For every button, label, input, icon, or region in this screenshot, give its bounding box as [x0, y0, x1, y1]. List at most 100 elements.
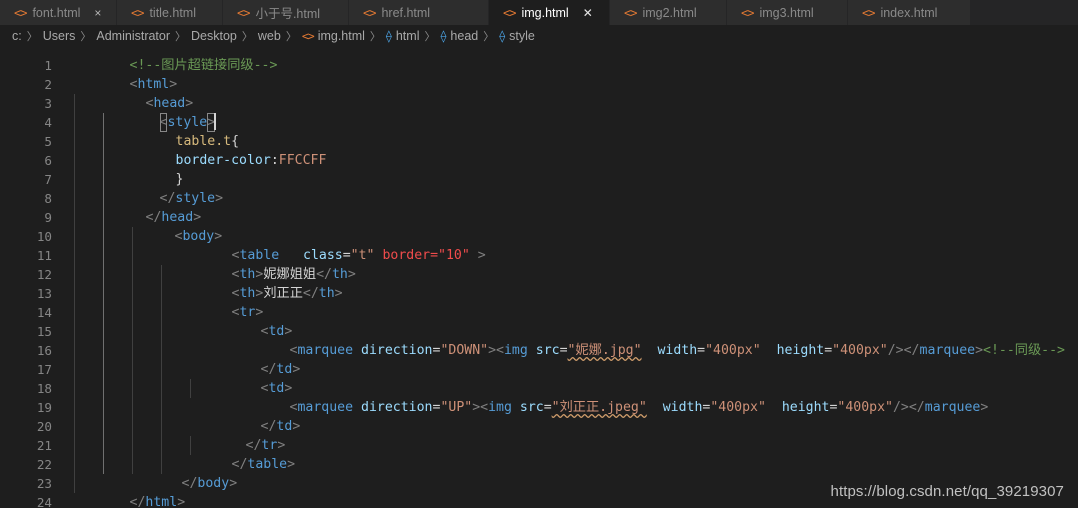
tab-font-html[interactable]: <> font.html ×	[0, 0, 117, 25]
breadcrumb-separator-icon: 〉	[175, 31, 187, 43]
breadcrumb: c: 〉 Users 〉 Administrator 〉 Desktop 〉 w…	[0, 25, 1078, 47]
breadcrumb-separator-icon: 〉	[369, 31, 381, 43]
token-punct: >	[980, 400, 989, 415]
line-number: 13	[36, 286, 52, 301]
breadcrumb-item-head[interactable]: ⟠ head	[440, 29, 478, 43]
code-icon: <>	[14, 5, 27, 20]
breadcrumb-label: web	[257, 29, 281, 43]
breadcrumb-separator-icon: 〉	[26, 31, 38, 43]
code-line[interactable]: 12 <th>妮娜姐姐</th>	[0, 265, 1078, 284]
token-comment: <!--同级-->	[983, 343, 1065, 358]
line-number: 16	[36, 343, 52, 358]
code-line[interactable]: 21 </tr>	[0, 436, 1078, 455]
token-attribute: width	[662, 400, 703, 415]
line-number: 22	[36, 457, 52, 472]
breadcrumb-item-drive[interactable]: c:	[12, 29, 22, 43]
close-icon[interactable]: ×	[94, 7, 101, 19]
token-attribute: direction	[361, 343, 433, 358]
code-icon: <>	[237, 5, 250, 20]
token-punct: >	[975, 343, 984, 358]
code-line[interactable]: 17 </td>	[0, 360, 1078, 379]
token-tag: body	[197, 476, 230, 491]
token-tag: img	[503, 343, 528, 358]
token-attribute: src	[535, 343, 560, 358]
token-punct: /></	[887, 343, 920, 358]
code-icon: <>	[741, 5, 754, 20]
breadcrumb-label: Administrator	[96, 29, 171, 43]
code-line[interactable]: 11 <table class="t" border="10" >	[0, 246, 1078, 265]
line-number: 2	[44, 77, 52, 92]
token-equals: =	[697, 343, 706, 358]
code-icon: <>	[363, 5, 376, 20]
tab-img3-html[interactable]: <> img3.html	[727, 0, 848, 25]
token-string: "DOWN"	[440, 343, 489, 358]
breadcrumb-item-desktop[interactable]: Desktop	[191, 29, 237, 43]
token-attribute: width	[657, 343, 698, 358]
token-punct: >	[229, 476, 238, 491]
line-number: 17	[36, 362, 52, 377]
token-attribute: src	[519, 400, 544, 415]
line-number: 6	[44, 153, 52, 168]
line-number: 19	[36, 400, 52, 415]
tab-label: title.html	[149, 5, 196, 20]
token-attribute-deprecated: border	[382, 248, 431, 263]
token-equals: =	[824, 343, 833, 358]
code-line[interactable]: 19 <marquee direction="UP"><img src="刘正正…	[0, 398, 1078, 417]
token-tag: th	[318, 286, 335, 301]
breadcrumb-item-administrator[interactable]: Administrator	[96, 29, 170, 43]
tab-img2-html[interactable]: <> img2.html	[610, 0, 727, 25]
tab-href-html[interactable]: <> href.html	[349, 0, 489, 25]
line-number: 18	[36, 381, 52, 396]
token-colon: :	[270, 153, 279, 168]
token-attribute: height	[781, 400, 830, 415]
token-equals: =	[559, 343, 568, 358]
breadcrumb-label: html	[395, 29, 420, 43]
tab-label: img3.html	[759, 5, 814, 20]
line-number: 23	[36, 476, 52, 491]
tab-xiaoyuhao-html[interactable]: <> 小于号.html	[223, 0, 349, 25]
code-line[interactable]: 16 <marquee direction="DOWN"><img src="妮…	[0, 341, 1078, 360]
tab-img-html[interactable]: <> img.html ✕	[489, 0, 610, 25]
code-content[interactable]: 1 <!--图片超链接同级--> 2 <html> 3 <head> 4 <st…	[0, 47, 1078, 508]
breadcrumb-item-img-html[interactable]: <> img.html	[302, 29, 365, 43]
breadcrumb-item-style[interactable]: ⟠ style	[499, 29, 535, 43]
code-icon: <>	[131, 5, 144, 20]
code-icon: <>	[503, 5, 516, 20]
token-punct: /></	[892, 400, 925, 415]
token-attribute: direction	[361, 400, 433, 415]
tab-title-html[interactable]: <> title.html	[117, 0, 223, 25]
code-line[interactable]: 10 <body>	[0, 227, 1078, 246]
watermark-url: https://blog.csdn.net/qq_39219307	[830, 483, 1064, 500]
line-number: 7	[44, 172, 52, 187]
token-punct: >	[287, 457, 296, 472]
breadcrumb-item-users[interactable]: Users	[43, 29, 76, 43]
code-editor[interactable]: 1 <!--图片超链接同级--> 2 <html> 3 <head> 4 <st…	[0, 47, 1078, 508]
token-tag: marquee	[297, 343, 354, 358]
token-string-error: "妮娜.jpg"	[567, 343, 642, 358]
tab-label: font.html	[32, 5, 81, 20]
editor-tab-bar: <> font.html × <> title.html <> 小于号.html…	[0, 0, 1078, 25]
breadcrumb-separator-icon: 〉	[285, 31, 297, 43]
close-icon[interactable]: ✕	[583, 7, 593, 19]
tab-bar-empty-space	[971, 0, 1078, 25]
breadcrumb-separator-icon: 〉	[80, 31, 92, 43]
breadcrumb-item-html[interactable]: ⟠ html	[386, 29, 420, 43]
breadcrumb-separator-icon: 〉	[483, 31, 495, 43]
token-tag: marquee	[919, 343, 976, 358]
tab-label: img.html	[521, 5, 569, 20]
token-punct: ><	[488, 343, 504, 358]
line-number: 24	[36, 495, 52, 508]
breadcrumb-item-web[interactable]: web	[258, 29, 281, 43]
code-line[interactable]: 14 <tr>	[0, 303, 1078, 322]
code-line[interactable]: 20 </td>	[0, 417, 1078, 436]
symbol-cube-icon: ⟠	[499, 29, 506, 43]
token-string: "400px"	[832, 343, 888, 358]
code-line[interactable]: 13 <th>刘正正</th>	[0, 284, 1078, 303]
token-punct: </	[129, 495, 146, 508]
line-number: 11	[36, 248, 52, 263]
token-tag: table	[247, 457, 288, 472]
line-number: 14	[36, 305, 52, 320]
tab-index-html[interactable]: <> index.html	[848, 0, 971, 25]
line-number: 12	[36, 267, 52, 282]
line-number: 20	[36, 419, 52, 434]
